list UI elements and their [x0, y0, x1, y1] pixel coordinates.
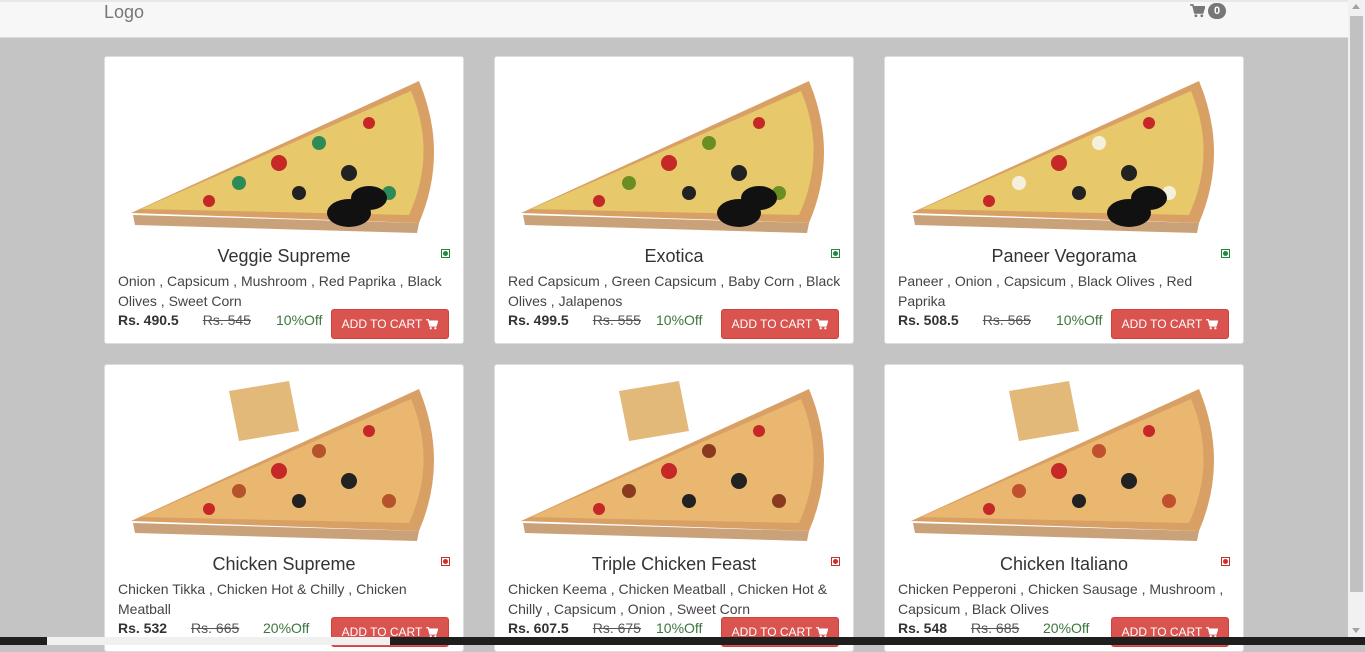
pizza-image — [899, 63, 1229, 243]
add-to-cart-button[interactable]: ADD TO CART — [331, 309, 449, 339]
scrollbar[interactable] — [1348, 0, 1365, 645]
product-name: Chicken Supreme — [212, 554, 356, 574]
product-description: Chicken Tikka , Chicken Hot & Chilly , C… — [118, 581, 407, 617]
discount-label: 20%Off — [263, 620, 310, 636]
add-to-cart-label: ADD TO CART — [1121, 317, 1203, 331]
price-row: Rs. 508.5 Rs. 565 — [898, 312, 1031, 328]
product-card[interactable]: Veggie Supreme Onion , Capsicum , Mushroo… — [104, 56, 464, 344]
product-price: Rs. 490.5 — [118, 312, 179, 328]
product-price: Rs. 532 — [118, 620, 168, 636]
add-to-cart-label: ADD TO CART — [341, 317, 423, 331]
price-row: Rs. 490.5 Rs. 545 — [118, 312, 251, 328]
cart-icon — [426, 318, 439, 329]
taskbar-segment — [47, 637, 390, 645]
product-card[interactable]: Paneer Vegorama Paneer , Onion , Capsicum… — [884, 56, 1244, 344]
product-name: Triple Chicken Feast — [591, 554, 757, 574]
cart-icon — [1190, 4, 1205, 18]
cart-icon — [816, 626, 829, 637]
cart-icon — [426, 626, 439, 637]
product-mrp: Rs. 565 — [982, 312, 1031, 328]
pizza-image — [899, 371, 1229, 551]
product-card[interactable]: Chicken Italiano Chicken Pepperoni , Chic… — [884, 364, 1244, 652]
cart-icon — [816, 318, 829, 329]
price-row: Rs. 499.5 Rs. 555 — [508, 312, 641, 328]
product-price: Rs. 607.5 — [508, 620, 569, 636]
price-row: Rs. 532 Rs. 665 — [118, 620, 239, 636]
discount-label: 10%Off — [1056, 312, 1103, 328]
add-to-cart-label: ADD TO CART — [731, 317, 813, 331]
logo[interactable]: Logo — [104, 2, 144, 23]
product-description: Chicken Keema , Chicken Meatball , Chick… — [508, 581, 828, 617]
product-description: Red Capsicum , Green Capsicum , Baby Cor… — [508, 273, 841, 309]
cart-count-badge: 0 — [1208, 3, 1227, 19]
product-name: Exotica — [644, 246, 704, 266]
scroll-up-arrow-icon[interactable] — [1352, 4, 1360, 9]
add-to-cart-button[interactable]: ADD TO CART — [1111, 309, 1229, 339]
price-row: Rs. 548 Rs. 685 — [898, 620, 1019, 636]
product-card[interactable]: Triple Chicken Feast Chicken Keema , Chic… — [494, 364, 854, 652]
pizza-image — [509, 63, 839, 243]
product-description: Onion , Capsicum , Mushroom , Red Paprik… — [118, 273, 442, 309]
discount-label: 10%Off — [656, 620, 703, 636]
scroll-down-arrow-icon[interactable] — [1352, 628, 1360, 633]
taskbar — [0, 637, 1365, 645]
discount-label: 10%Off — [276, 312, 323, 328]
navbar: Logo 0 — [0, 0, 1348, 38]
product-card[interactable]: Chicken Supreme Chicken Tikka , Chicken H… — [104, 364, 464, 652]
product-price: Rs. 499.5 — [508, 312, 569, 328]
product-mrp: Rs. 665 — [191, 620, 240, 636]
product-price: Rs. 508.5 — [898, 312, 959, 328]
product-mrp: Rs. 545 — [202, 312, 251, 328]
cart-icon — [1206, 318, 1219, 329]
pizza-image — [119, 371, 449, 551]
product-mrp: Rs. 555 — [592, 312, 641, 328]
cart-icon — [1206, 626, 1219, 637]
scrollbar-thumb[interactable] — [1350, 16, 1363, 592]
product-mrp: Rs. 685 — [971, 620, 1020, 636]
product-description: Chicken Pepperoni , Chicken Sausage , Mu… — [898, 581, 1224, 617]
product-price: Rs. 548 — [898, 620, 948, 636]
product-name: Paneer Vegorama — [991, 246, 1137, 266]
product-name: Chicken Italiano — [999, 554, 1129, 574]
product-mrp: Rs. 675 — [592, 620, 641, 636]
discount-label: 10%Off — [656, 312, 703, 328]
discount-label: 20%Off — [1043, 620, 1090, 636]
pizza-image — [119, 63, 449, 243]
pizza-image — [509, 371, 839, 551]
product-name: Veggie Supreme — [217, 246, 351, 266]
cart-button[interactable]: 0 — [1190, 3, 1227, 19]
product-card[interactable]: Exotica Red Capsicum , Green Capsicum , B… — [494, 56, 854, 344]
product-description: Paneer , Onion , Capsicum , Black Olives… — [898, 273, 1193, 309]
add-to-cart-button[interactable]: ADD TO CART — [721, 309, 839, 339]
price-row: Rs. 607.5 Rs. 675 — [508, 620, 641, 636]
